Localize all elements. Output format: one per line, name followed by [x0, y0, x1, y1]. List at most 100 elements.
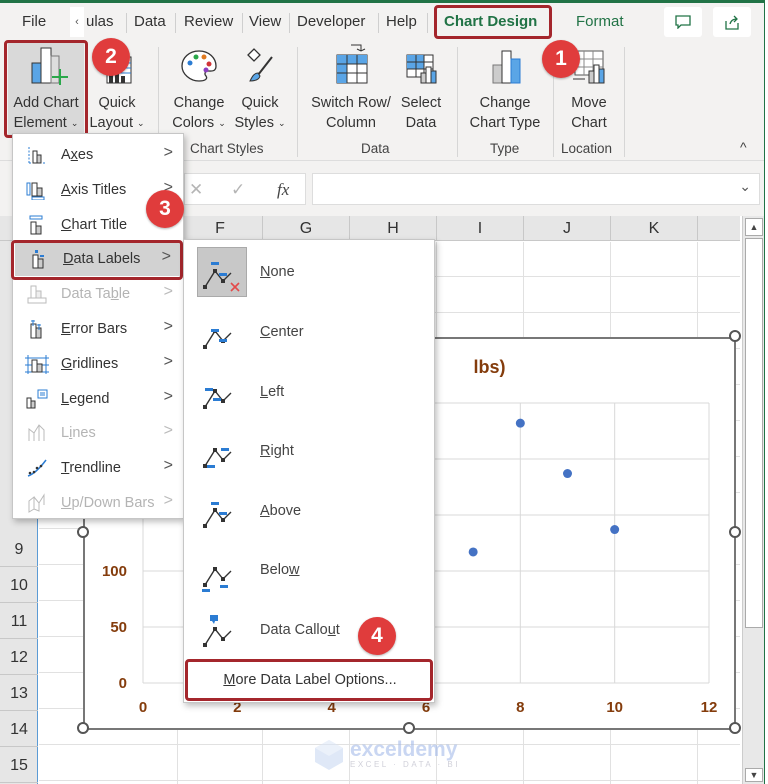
vertical-scrollbar[interactable]: ▲ ▼ [742, 216, 764, 784]
menu-item-trendline[interactable]: Trendline > [13, 451, 183, 485]
quick-styles-button[interactable]: Quick Styles ⌄ [230, 43, 290, 133]
tab-scroll-left-button[interactable]: ‹ [70, 7, 84, 37]
change-chart-type-button[interactable]: Change Chart Type [464, 43, 546, 133]
chevron-right-icon: > [163, 352, 173, 370]
comments-button[interactable] [664, 7, 702, 37]
chevron-right-icon: > [163, 387, 173, 405]
move-chart-label: Move [571, 95, 607, 111]
row-header-14[interactable]: 14 [0, 713, 38, 747]
data-table-icon [13, 284, 61, 304]
chevron-right-icon: > [163, 318, 173, 335]
select-data-label-2: Data [405, 115, 437, 131]
resize-handle[interactable] [77, 722, 89, 734]
data-label-option-label: Above [260, 503, 302, 519]
step-badge-4: 4 [358, 617, 396, 655]
data-label-option-none[interactable]: None [184, 244, 434, 300]
menu-item-axes[interactable]: Axes > [13, 138, 183, 172]
menu-item-legend[interactable]: Legend > [13, 382, 183, 416]
switch-row-column-button[interactable]: Switch Row/ Column [304, 43, 398, 133]
tab-separator [427, 13, 428, 33]
step-badge-2: 2 [92, 38, 130, 76]
tab-view[interactable]: View [249, 11, 281, 33]
column-header-f[interactable]: F [178, 216, 263, 241]
data-label-left-icon [184, 367, 260, 417]
scroll-up-button[interactable]: ▲ [745, 218, 763, 236]
tab-review[interactable]: Review [184, 11, 233, 33]
resize-handle[interactable] [729, 330, 741, 342]
change-colors-button[interactable]: Change Colors ⌄ [168, 43, 230, 133]
menu-item-label: Lines [61, 425, 96, 442]
collapse-ribbon-button[interactable]: ^ [740, 139, 747, 155]
row-header-11[interactable]: 11 [0, 605, 38, 639]
share-button[interactable] [713, 7, 751, 37]
row-header-13[interactable]: 13 [0, 677, 38, 711]
data-label-below-icon [184, 545, 260, 595]
column-header-i[interactable]: I [437, 216, 524, 241]
legend-icon [13, 389, 61, 409]
row-header-12[interactable]: 12 [0, 641, 38, 675]
step2-highlight [4, 40, 88, 138]
gridlines-icon [13, 354, 61, 374]
quick-layout-label-2: Layout [89, 115, 133, 131]
tab-developer[interactable]: Developer [297, 11, 365, 33]
menu-item-data-table[interactable]: Data Table > [13, 277, 183, 311]
cancel-icon[interactable]: ✕ [189, 180, 203, 200]
column-header-h[interactable]: H [350, 216, 437, 241]
axis-titles-icon [13, 180, 61, 200]
chevron-right-icon: > [163, 283, 173, 301]
insert-function-icon[interactable]: fx [277, 180, 289, 200]
formula-input[interactable]: ⌄ [312, 173, 760, 205]
tab-data[interactable]: Data [134, 11, 166, 33]
tab-separator [175, 13, 176, 33]
enter-icon[interactable]: ✓ [231, 180, 245, 200]
x-tick-label: 10 [606, 699, 623, 716]
up-down-bars-icon [13, 493, 61, 513]
data-label-option-below[interactable]: Below [184, 542, 434, 598]
scroll-down-button[interactable]: ▼ [745, 768, 763, 782]
tab-help[interactable]: Help [386, 11, 417, 33]
data-label-option-right[interactable]: Right [184, 423, 434, 479]
change-chart-type-label: Change [479, 95, 531, 111]
tab-file[interactable]: File [22, 11, 46, 33]
row-header-9[interactable]: 9 [0, 533, 38, 567]
group-separator [297, 47, 298, 157]
menu-item-up-down-bars[interactable]: Up/Down Bars > [13, 486, 183, 520]
data-label-option-center[interactable]: Center [184, 304, 434, 360]
expand-formula-bar-icon[interactable]: ⌄ [739, 178, 751, 195]
column-header-k[interactable]: K [611, 216, 698, 241]
data-label-option-left[interactable]: Left [184, 364, 434, 420]
data-label-option-above[interactable]: Above [184, 483, 434, 539]
menu-item-gridlines[interactable]: Gridlines > [13, 347, 183, 381]
y-tick-label: 0 [119, 675, 127, 692]
window-border [764, 0, 768, 784]
resize-handle[interactable] [403, 722, 415, 734]
quick-styles-label: Quick [241, 95, 279, 111]
group-label-chart-styles: Chart Styles [190, 141, 264, 156]
row-header-10[interactable]: 10 [0, 569, 38, 603]
menu-item-label: Error Bars [61, 321, 128, 337]
data-labels-submenu: None Center Left Right Above Below Data Callou… [183, 239, 435, 703]
step3-highlight [11, 240, 183, 281]
watermark-tagline: EXCEL · DATA · BI [350, 759, 460, 769]
chart-title-icon [13, 215, 61, 235]
resize-handle[interactable] [729, 722, 741, 734]
group-separator [457, 47, 458, 157]
menu-item-error-bars[interactable]: Error Bars > [13, 312, 183, 346]
y-tick-label: 50 [110, 619, 127, 636]
column-header-g[interactable]: G [263, 216, 350, 241]
scrollbar-thumb[interactable] [745, 238, 763, 628]
resize-handle[interactable] [729, 526, 741, 538]
group-label-location: Location [561, 141, 613, 156]
resize-handle[interactable] [77, 526, 89, 538]
data-label-option-data-callout[interactable]: Data Callout [184, 602, 434, 658]
tab-separator [126, 13, 127, 33]
column-header-j[interactable]: J [524, 216, 611, 241]
tab-formulas[interactable]: ulas [86, 11, 114, 33]
menu-item-label: Data Table [61, 286, 131, 303]
tab-format[interactable]: Format [576, 11, 624, 33]
select-data-button[interactable]: Select Data [396, 43, 446, 133]
x-tick-label: 8 [516, 699, 524, 716]
menu-item-lines[interactable]: Lines > [13, 416, 183, 450]
row-header-15[interactable]: 15 [0, 749, 38, 783]
watermark-text: exceldemy [350, 737, 458, 761]
